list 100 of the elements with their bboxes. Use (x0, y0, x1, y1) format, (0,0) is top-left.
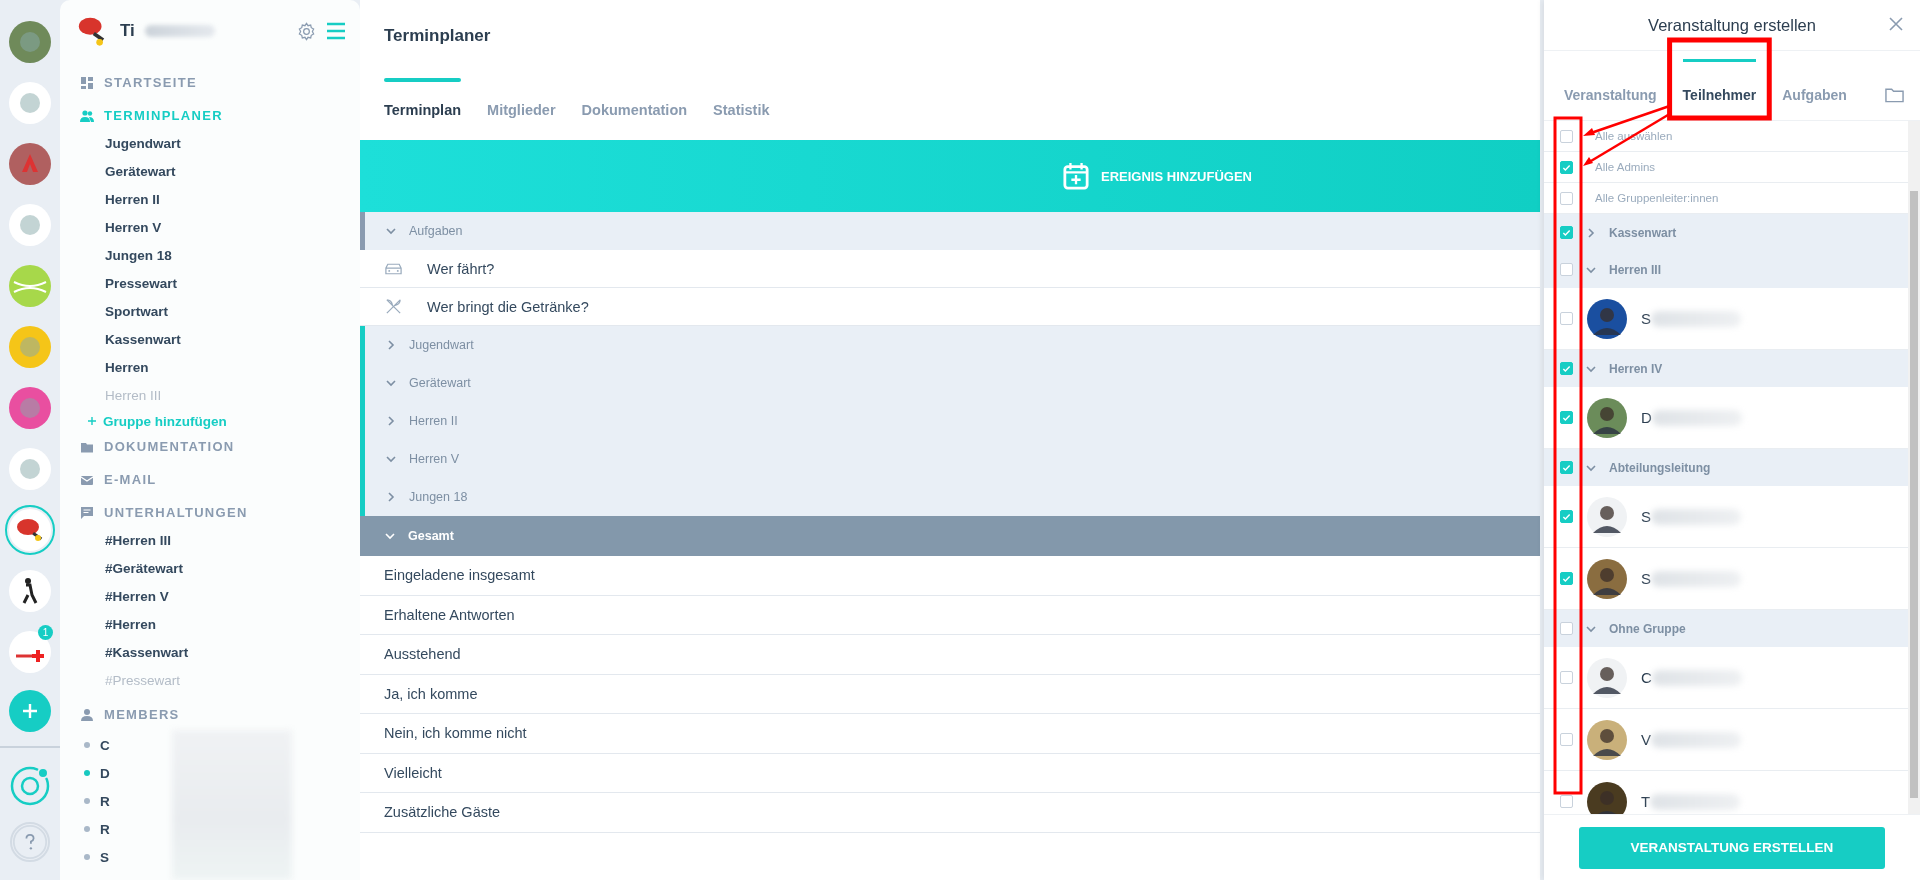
tab[interactable]: Aufgaben (1782, 59, 1847, 103)
nav-item[interactable]: Jungen 18 (60, 244, 172, 267)
chevron-right-icon[interactable] (385, 415, 397, 427)
nav-item[interactable]: Herren III (60, 384, 162, 407)
nav-section[interactable]: DOKUMENTATION (60, 430, 360, 463)
nav-item[interactable]: Herren (60, 356, 149, 379)
nav-section[interactable]: TERMINPLANER (60, 99, 360, 132)
nav-item[interactable]: Herren II (60, 188, 160, 211)
member-name[interactable]: S (100, 849, 109, 865)
task-name[interactable]: Wer fährt? (427, 260, 495, 277)
nav-section[interactable]: STARTSEITE (60, 66, 360, 99)
panel-title: Veranstaltung erstellen (1648, 15, 1816, 35)
group-header[interactable]: Herren II (360, 402, 1540, 440)
settings-icon[interactable] (297, 21, 316, 41)
group-name[interactable]: Herren IV (1609, 361, 1663, 376)
chevron-down-icon[interactable] (384, 530, 396, 542)
tab[interactable]: Mitglieder (487, 78, 556, 118)
nav-item[interactable]: #Herren III (60, 529, 172, 552)
close-icon[interactable] (1888, 16, 1904, 32)
add-event-button[interactable]: EREIGNIS HINZUFÜGEN (1063, 162, 1252, 190)
chat-icon (80, 505, 94, 520)
chevron-down-icon[interactable] (385, 453, 397, 465)
group-name[interactable]: Ohne Gruppe (1609, 621, 1686, 636)
group-header[interactable]: Gerätewart (360, 364, 1540, 402)
nav-item[interactable]: Herren V (60, 216, 162, 239)
orbit-icon[interactable] (8, 764, 52, 808)
total-header[interactable]: Gesamt (360, 516, 1540, 556)
participant-name: S (1641, 310, 1651, 327)
workspace-name: Ti (120, 21, 135, 41)
avatar (1587, 496, 1627, 537)
folder-icon[interactable] (1885, 87, 1904, 103)
menu-icon[interactable] (326, 22, 346, 40)
tab[interactable]: Dokumentation (581, 78, 688, 118)
nav-item[interactable]: #Kassenwart (60, 641, 189, 664)
create-event-button[interactable]: VERANSTALTUNG ERSTELLEN (1579, 826, 1885, 869)
nav-item[interactable]: #Pressewart (60, 669, 181, 692)
checkbox[interactable] (1560, 733, 1573, 746)
group-header[interactable]: Aufgaben (360, 212, 1540, 250)
nav-item[interactable]: #Herren (60, 613, 157, 636)
summary-label: Ausstehend (384, 646, 461, 663)
option-label[interactable]: Alle Gruppenleiter:innen (1595, 192, 1719, 204)
tab[interactable]: Terminplan (384, 78, 462, 118)
help-icon[interactable] (10, 822, 50, 862)
checkbox[interactable] (1560, 312, 1573, 325)
nav-item[interactable]: Pressewart (60, 272, 178, 295)
checkbox[interactable] (1560, 160, 1573, 174)
option-label[interactable]: Alle Admins (1595, 161, 1656, 173)
nav-section[interactable]: UNTERHALTUNGEN (60, 496, 360, 529)
participant-name: V (1641, 731, 1651, 748)
chevron-right-icon[interactable] (1585, 226, 1597, 239)
chevron-down-icon[interactable] (385, 225, 397, 237)
checkbox[interactable] (1560, 461, 1573, 474)
group-name: Jungen 18 (409, 490, 468, 504)
checkbox[interactable] (1560, 226, 1573, 239)
member-name[interactable]: R (100, 821, 110, 837)
add-group-link[interactable]: Gruppe hinzufügen (60, 412, 227, 430)
chevron-right-icon[interactable] (385, 339, 397, 351)
checkbox[interactable] (1560, 411, 1573, 424)
checkbox[interactable] (1560, 622, 1573, 635)
tab[interactable]: Teilnehmer (1682, 59, 1757, 103)
group-header[interactable]: Herren V (360, 440, 1540, 478)
member-name[interactable]: R (100, 793, 110, 809)
checkbox[interactable] (1560, 129, 1573, 143)
nav-item[interactable]: #Gerätewart (60, 557, 184, 580)
add-workspace-button[interactable] (9, 690, 51, 732)
nav-item[interactable]: Gerätewart (60, 160, 176, 183)
check-icon (1561, 462, 1572, 473)
checkbox[interactable] (1560, 795, 1573, 808)
group-name: Jugendwart (409, 338, 474, 352)
group-name[interactable]: Abteilungsleitung (1609, 460, 1711, 475)
nav-item[interactable]: Sportwart (60, 300, 168, 323)
group-header[interactable]: Jungen 18 (360, 478, 1540, 516)
scrollbar[interactable] (1908, 121, 1920, 814)
member-name[interactable]: C (100, 737, 110, 753)
nav-item[interactable]: #Herren V (60, 585, 169, 608)
nav-section[interactable]: MEMBERS (60, 698, 360, 731)
task-name[interactable]: Wer bringt die Getränke? (427, 298, 589, 315)
group-name[interactable]: Kassenwart (1609, 225, 1677, 240)
check-icon (1561, 412, 1572, 423)
chevron-right-icon[interactable] (385, 491, 397, 503)
tab[interactable]: Veranstaltung (1564, 59, 1657, 103)
checkbox[interactable] (1560, 671, 1573, 684)
nav-section[interactable]: E-MAIL (60, 463, 360, 496)
group-name: Herren V (409, 452, 460, 466)
nav-item[interactable]: Kassenwart (60, 328, 181, 351)
checkbox[interactable] (1560, 510, 1573, 523)
calendar-plus-icon (1063, 162, 1090, 190)
member-name[interactable]: D (100, 765, 110, 781)
chevron-down-icon[interactable] (385, 377, 397, 389)
nav-item[interactable]: Jugendwart (60, 132, 181, 155)
check-icon (1561, 227, 1572, 238)
tab[interactable]: Statistik (713, 78, 770, 118)
checkbox[interactable] (1560, 572, 1573, 585)
group-name: Herren II (409, 414, 458, 428)
checkbox[interactable] (1560, 362, 1573, 375)
checkbox[interactable] (1560, 191, 1573, 205)
group-header[interactable]: Jugendwart (360, 326, 1540, 364)
group-name[interactable]: Herren III (1609, 262, 1662, 277)
avatar (1587, 397, 1627, 438)
checkbox[interactable] (1560, 263, 1573, 276)
